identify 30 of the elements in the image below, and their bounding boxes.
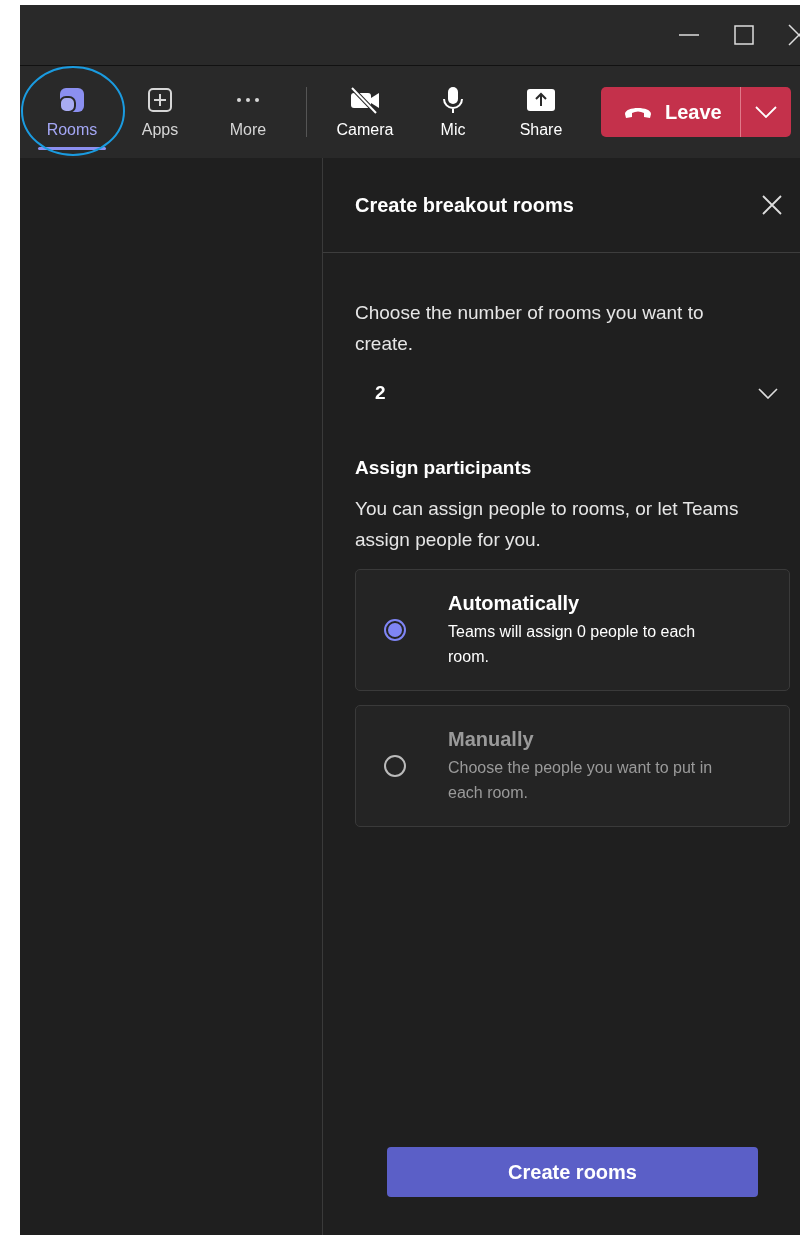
option-description: Choose the people you want to put in each room. bbox=[448, 757, 714, 803]
option-title: Manually bbox=[448, 727, 535, 751]
radio-button[interactable] bbox=[384, 755, 406, 777]
add-icon bbox=[145, 85, 175, 115]
toolbar-button[interactable]: Share bbox=[497, 72, 585, 152]
toolbar-button[interactable]: Camera bbox=[321, 72, 409, 152]
chevron-down-icon bbox=[758, 387, 778, 399]
camera-off-icon bbox=[348, 85, 382, 115]
option-card[interactable]: Manually Choose the people you want to put in each room. bbox=[355, 705, 790, 827]
panel-title: Create breakout rooms bbox=[355, 193, 574, 217]
rooms-dropdown[interactable]: 2 bbox=[355, 369, 790, 417]
maximize-icon[interactable] bbox=[734, 25, 754, 45]
more-icon bbox=[237, 98, 259, 102]
rooms-prompt: Choose the number of rooms you want to create. bbox=[355, 301, 705, 356]
section-heading: Assign participants bbox=[355, 457, 533, 479]
close-icon bbox=[762, 195, 782, 215]
radio-button[interactable] bbox=[384, 619, 406, 641]
rooms-icon bbox=[57, 85, 87, 115]
option-title: Automatically bbox=[448, 591, 581, 615]
toolbar-button[interactable]: More bbox=[204, 72, 292, 152]
toolbar-button[interactable]: Mic bbox=[409, 72, 497, 152]
chevron-down-icon bbox=[754, 106, 777, 118]
toolbar-button[interactable]: Apps bbox=[116, 72, 204, 152]
create-rooms-button[interactable]: Create rooms bbox=[387, 1147, 758, 1197]
leave-button[interactable]: Leave bbox=[601, 87, 741, 137]
option-description: Teams will assign 0 people to each room. bbox=[448, 621, 697, 667]
close-icon[interactable] bbox=[788, 24, 800, 46]
close-button[interactable] bbox=[762, 195, 782, 215]
assign-description: You can assign people to rooms, or let Teams assign people for you. bbox=[355, 497, 740, 552]
option-card[interactable]: Automatically Teams will assign 0 people to each room. bbox=[355, 569, 790, 691]
